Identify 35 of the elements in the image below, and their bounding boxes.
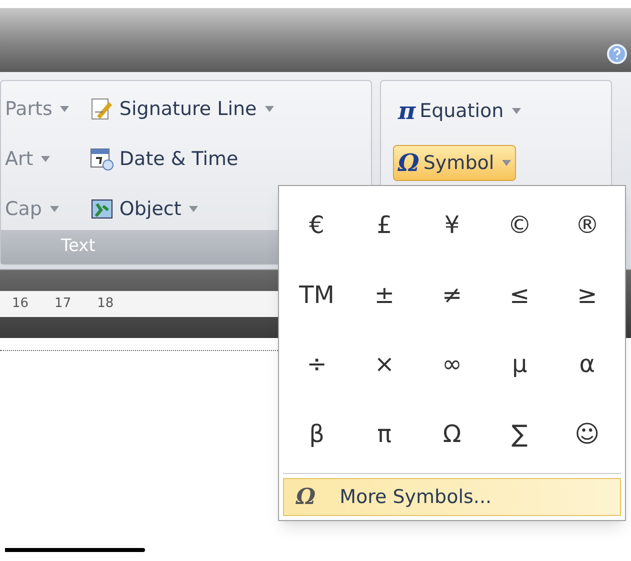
symbol-option[interactable]: × [350,330,418,400]
ruler-number: 16 [12,295,29,314]
symbol-option[interactable]: ≠ [418,260,486,330]
ruler-number: 17 [54,295,72,314]
group-label: Text [61,235,96,258]
glyph-icon: π [398,93,416,129]
symbol-option[interactable]: TM [283,260,351,330]
symbol-option[interactable]: ≤ [486,260,554,330]
ruler-number: 18 [97,295,114,314]
symbol-option[interactable]: ∞ [418,330,486,400]
ribbon-button[interactable]: Ω Symbol [393,145,516,181]
symbol-option[interactable]: α [553,330,621,400]
symbol-option[interactable]: € [283,190,351,260]
symbol-option[interactable]: µ [486,330,554,400]
symbol-option[interactable]: ☺ [553,399,621,469]
symbol-option[interactable]: ∑ [486,399,554,469]
symbol-option[interactable]: ≥ [553,260,621,330]
symbol-option[interactable]: ® [553,190,621,260]
symbol-option[interactable]: © [486,190,554,260]
help-icon[interactable] [607,44,627,64]
ribbon-command[interactable]: Object [89,193,274,225]
calendar-clock-icon [89,146,116,172]
ribbon-command[interactable]: Date & Time [89,143,274,175]
symbol-option[interactable]: Ω [418,399,486,469]
symbol-option[interactable]: ± [350,260,418,330]
ribbon-command[interactable]: Signature Line [89,93,274,125]
symbol-option[interactable]: ¥ [418,190,486,260]
symbol-option[interactable]: π [350,399,418,469]
symbol-option[interactable]: £ [350,190,418,260]
omega-icon: Ω [296,480,316,514]
glyph-icon: Ω [398,145,420,181]
symbol-option[interactable]: ÷ [283,330,351,400]
more-symbols-item[interactable]: Ω More Symbols... [283,478,621,516]
ribbon-button[interactable]: π Equation [393,93,526,129]
symbol-option[interactable]: β [283,399,351,469]
